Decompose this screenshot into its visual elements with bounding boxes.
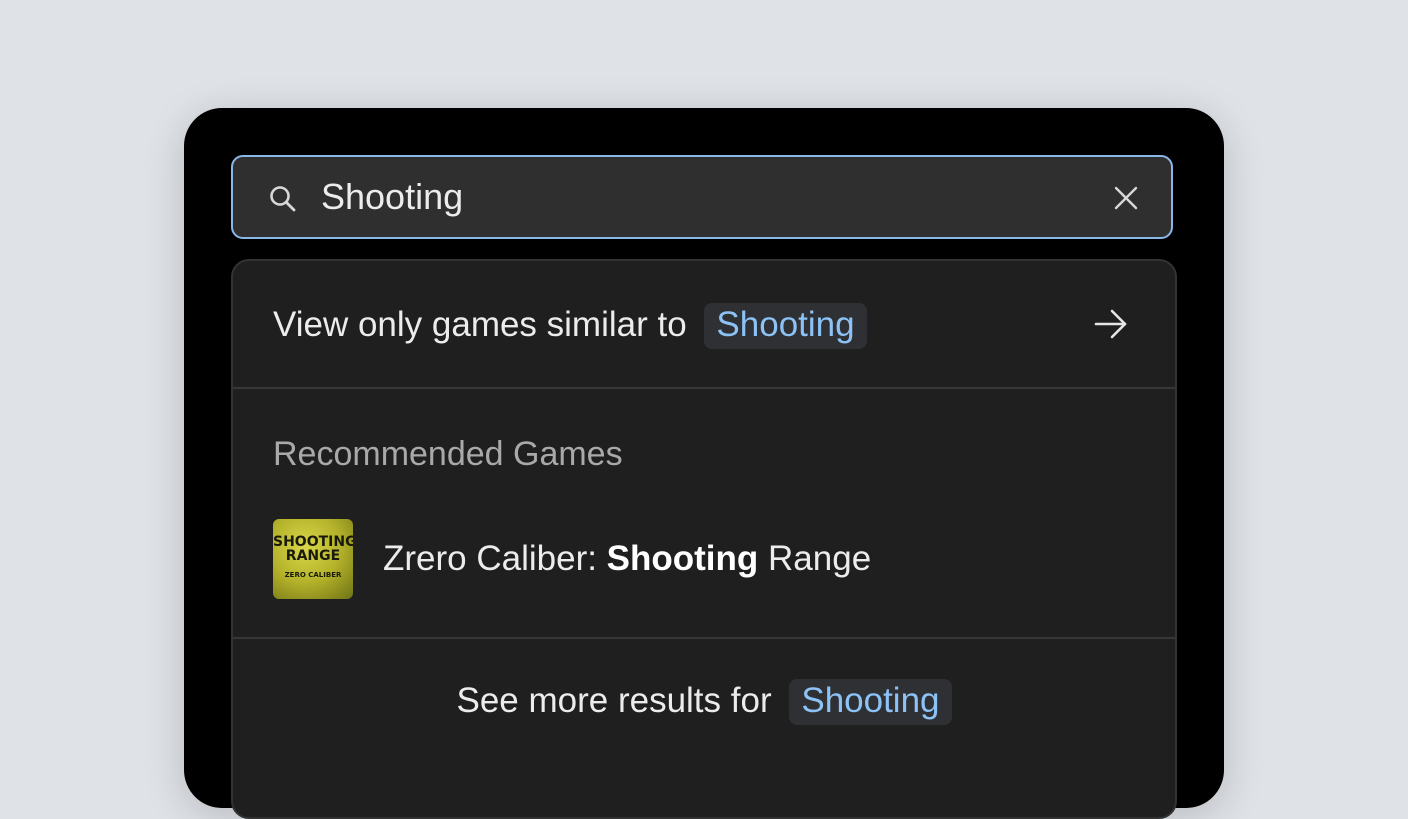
search-term-chip: Shooting (789, 679, 952, 725)
view-similar-label: View only games similar to Shooting (273, 303, 867, 349)
app-window: View only games similar to Shooting Reco… (184, 108, 1224, 819)
arrow-right-icon (1094, 309, 1127, 339)
game-title: Zrero Caliber: Shooting Range (383, 539, 871, 579)
close-icon[interactable] (1111, 183, 1141, 213)
search-bar[interactable] (231, 155, 1173, 239)
search-term-chip: Shooting (704, 303, 867, 349)
game-result-item[interactable]: SHOOTING RANGE ZERO CALIBER Zrero Calibe… (233, 501, 1175, 639)
thumbnail-logo-subtitle: ZERO CALIBER (284, 571, 342, 579)
recommended-games-heading: Recommended Games (273, 435, 623, 473)
view-similar-games-row[interactable]: View only games similar to Shooting (233, 261, 1175, 389)
search-icon (270, 186, 296, 212)
game-title-suffix: Range (758, 539, 872, 578)
game-title-prefix: Zrero Caliber: (383, 539, 607, 578)
see-more-results-row[interactable]: See more results for Shooting (233, 639, 1175, 769)
see-more-label: See more results for Shooting (233, 679, 1175, 725)
game-thumbnail: SHOOTING RANGE ZERO CALIBER (273, 519, 353, 599)
search-results-dropdown: View only games similar to Shooting Reco… (231, 259, 1177, 819)
view-similar-prefix: View only games similar to (273, 305, 687, 344)
game-title-match: Shooting (606, 539, 759, 578)
thumbnail-logo-text: SHOOTING RANGE (273, 534, 353, 564)
search-input[interactable] (321, 171, 1081, 223)
see-more-prefix: See more results for (456, 681, 772, 720)
